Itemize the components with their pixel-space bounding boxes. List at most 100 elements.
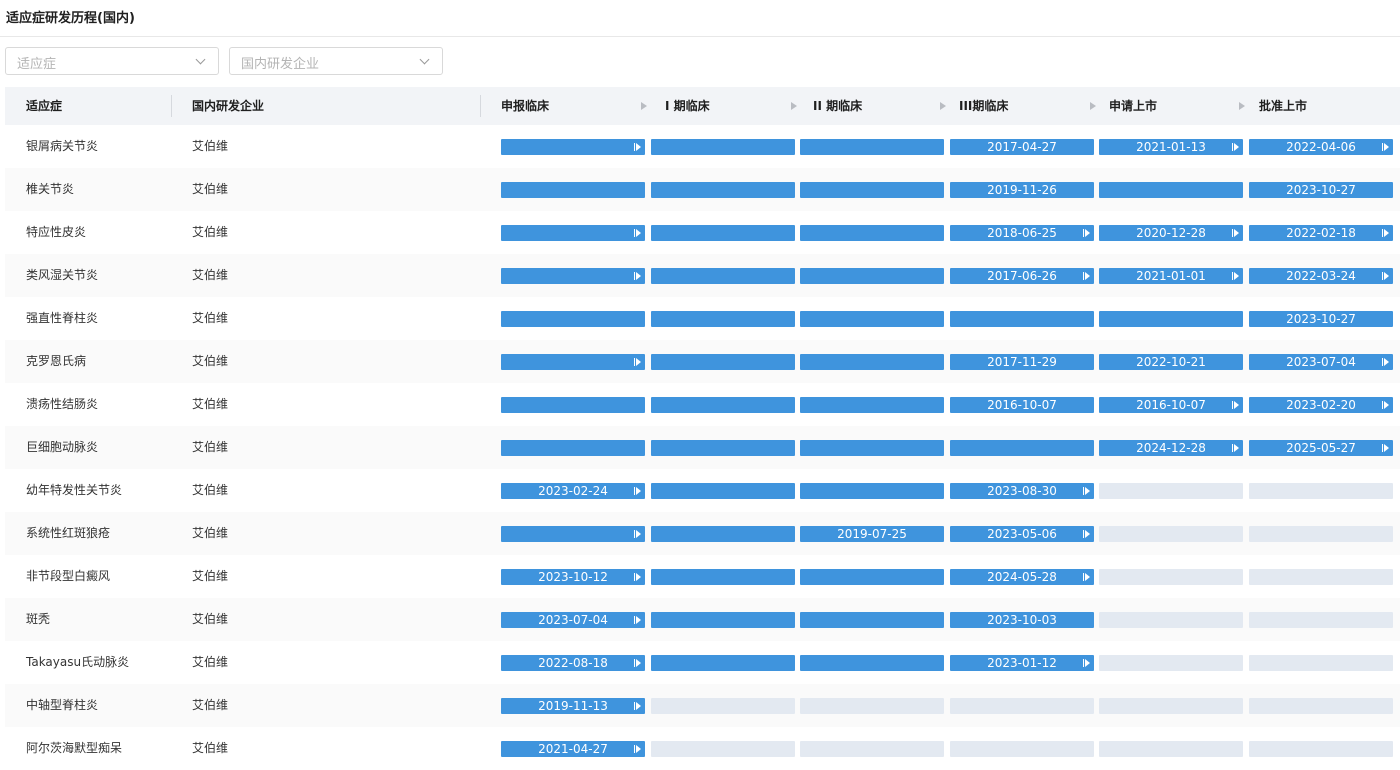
table-row[interactable]: 阿尔茨海默型痴呆 艾伯维 2021-04-27 <box>5 727 1400 770</box>
table-row[interactable]: 椎关节炎 艾伯维 2019-11-26 2023-10-27 <box>5 168 1400 211</box>
table-row[interactable]: 特应性皮炎 艾伯维 2018-06-25 2020-12-28 2022-02-18 <box>5 211 1400 254</box>
table-row[interactable]: 斑秃 艾伯维 2023-07-04 2023-10-03 <box>5 598 1400 641</box>
stage-bar-filled[interactable] <box>501 397 645 413</box>
stage-bar-filled[interactable] <box>651 311 795 327</box>
stage-bar-filled[interactable]: 2024-12-28 <box>1099 440 1243 456</box>
table-row[interactable]: 非节段型白癜风 艾伯维 2023-10-12 2024-05-28 <box>5 555 1400 598</box>
stage-bar-filled[interactable]: 2022-10-21 <box>1099 354 1243 370</box>
stage-bar-filled[interactable]: 2022-04-06 <box>1249 139 1393 155</box>
stage-bar-filled[interactable]: 2017-06-26 <box>950 268 1094 284</box>
stage-bar-filled[interactable] <box>950 440 1094 456</box>
stage-date: 2023-10-27 <box>1286 183 1356 197</box>
stage-bar-filled[interactable]: 2019-11-13 <box>501 698 645 714</box>
stage-date: 2017-06-26 <box>987 269 1057 283</box>
stage-bar-filled[interactable]: 2019-11-26 <box>950 182 1094 198</box>
stage-bar-filled[interactable]: 2022-02-18 <box>1249 225 1393 241</box>
stage-bar-filled[interactable]: 2016-10-07 <box>1099 397 1243 413</box>
stage-bar-filled[interactable] <box>800 569 944 585</box>
stage-bar-filled[interactable] <box>651 483 795 499</box>
stage-bar-filled[interactable]: 2020-12-28 <box>1099 225 1243 241</box>
table-row[interactable]: 克罗恩氏病 艾伯维 2017-11-29 2022-10-21 2023-07-04 <box>5 340 1400 383</box>
stage-bar-filled[interactable] <box>651 139 795 155</box>
stage-bar-filled[interactable] <box>651 569 795 585</box>
stage-bar-filled[interactable]: 2023-10-27 <box>1249 311 1393 327</box>
stage-bar-filled[interactable]: 2017-11-29 <box>950 354 1094 370</box>
table-row[interactable]: 幼年特发性关节炎 艾伯维 2023-02-24 2023-08-30 <box>5 469 1400 512</box>
stage-bar-filled[interactable] <box>800 483 944 499</box>
stage-bar-filled[interactable] <box>651 268 795 284</box>
stage-marker-icon <box>1232 228 1239 238</box>
table-row[interactable]: 类风湿关节炎 艾伯维 2017-06-26 2021-01-01 2022-03-24 <box>5 254 1400 297</box>
stage-bar-filled[interactable] <box>800 311 944 327</box>
stage-date: 2023-02-20 <box>1286 398 1356 412</box>
stage-bar-filled[interactable] <box>651 655 795 671</box>
stage-date: 2021-01-13 <box>1136 140 1206 154</box>
stage-bar-filled[interactable]: 2023-01-12 <box>950 655 1094 671</box>
stage-bar-filled[interactable] <box>651 526 795 542</box>
table-row[interactable]: 巨细胞动脉炎 艾伯维 2024-12-28 2025-05-27 <box>5 426 1400 469</box>
stage-bar-filled[interactable]: 2023-10-12 <box>501 569 645 585</box>
title-divider <box>0 36 1400 37</box>
header-apply-market: 申请上市 <box>1109 99 1158 113</box>
stage-bar-filled[interactable] <box>501 182 645 198</box>
stage-bar-filled[interactable] <box>800 354 944 370</box>
stage-bar-filled[interactable] <box>501 311 645 327</box>
stage-bar-filled[interactable]: 2023-07-04 <box>501 612 645 628</box>
stage-bar-filled[interactable]: 2022-03-24 <box>1249 268 1393 284</box>
stage-bar-filled[interactable]: 2016-10-07 <box>950 397 1094 413</box>
stage-bar-filled[interactable] <box>651 354 795 370</box>
company-filter-select[interactable]: 国内研发企业 <box>229 47 443 75</box>
stage-bar-filled[interactable] <box>501 440 645 456</box>
stage-marker-icon <box>1232 443 1239 453</box>
table-row[interactable]: 系统性红斑狼疮 艾伯维 2019-07-25 2023-05-06 <box>5 512 1400 555</box>
indication-cell: 非节段型白癜风 <box>26 569 111 583</box>
stage-bar-filled[interactable]: 2021-01-01 <box>1099 268 1243 284</box>
stage-bar-filled[interactable] <box>501 268 645 284</box>
stage-bar-filled[interactable] <box>651 397 795 413</box>
stage-bar-filled[interactable]: 2023-05-06 <box>950 526 1094 542</box>
stage-bar-filled[interactable] <box>501 225 645 241</box>
stage-bar-filled[interactable]: 2023-10-03 <box>950 612 1094 628</box>
stage-bar-filled[interactable] <box>651 225 795 241</box>
stage-bar-filled[interactable]: 2024-05-28 <box>950 569 1094 585</box>
stage-bar-filled[interactable] <box>501 139 645 155</box>
stage-bar-filled[interactable] <box>501 526 645 542</box>
stage-bar-filled[interactable] <box>800 655 944 671</box>
stage-bar-filled[interactable] <box>1099 182 1243 198</box>
stage-bar-filled[interactable]: 2021-01-13 <box>1099 139 1243 155</box>
stage-marker-icon <box>1083 658 1090 668</box>
stage-bar-filled[interactable] <box>800 397 944 413</box>
table-row[interactable]: Takayasu氏动脉炎 艾伯维 2022-08-18 2023-01-12 <box>5 641 1400 684</box>
stage-bar-filled[interactable]: 2023-02-20 <box>1249 397 1393 413</box>
stage-bar-filled[interactable]: 2023-10-27 <box>1249 182 1393 198</box>
column-separator <box>480 95 481 117</box>
stage-bar-filled[interactable]: 2019-07-25 <box>800 526 944 542</box>
stage-bar-filled[interactable] <box>800 612 944 628</box>
stage-bar-filled[interactable] <box>501 354 645 370</box>
stage-bar-filled[interactable]: 2023-08-30 <box>950 483 1094 499</box>
table-row[interactable]: 中轴型脊柱炎 艾伯维 2019-11-13 <box>5 684 1400 727</box>
indication-filter-select[interactable]: 适应症 <box>5 47 219 75</box>
stage-bar-filled[interactable] <box>800 440 944 456</box>
stage-bar-filled[interactable] <box>800 182 944 198</box>
table-row[interactable]: 强直性脊柱炎 艾伯维 2023-10-27 <box>5 297 1400 340</box>
stage-bar-filled[interactable]: 2023-07-04 <box>1249 354 1393 370</box>
stage-bar-filled[interactable]: 2023-02-24 <box>501 483 645 499</box>
stage-bar-filled[interactable] <box>651 440 795 456</box>
table-row[interactable]: 银屑病关节炎 艾伯维 2017-04-27 2021-01-13 2022-04-06 <box>5 125 1400 168</box>
stage-bar-filled[interactable] <box>800 268 944 284</box>
stage-arrow-icon <box>1239 102 1245 110</box>
stage-bar-filled[interactable] <box>651 182 795 198</box>
stage-bar-filled[interactable] <box>800 139 944 155</box>
stage-bar-filled[interactable]: 2025-05-27 <box>1249 440 1393 456</box>
stage-bar-filled[interactable]: 2018-06-25 <box>950 225 1094 241</box>
stage-bar-filled[interactable]: 2022-08-18 <box>501 655 645 671</box>
stage-bar-filled[interactable] <box>800 225 944 241</box>
stage-bar-filled[interactable]: 2021-04-27 <box>501 741 645 757</box>
stage-bar-filled[interactable] <box>1099 311 1243 327</box>
stage-bar-filled[interactable] <box>950 311 1094 327</box>
stage-bar-filled[interactable]: 2017-04-27 <box>950 139 1094 155</box>
table-row[interactable]: 溃疡性结肠炎 艾伯维 2016-10-07 2016-10-07 2023-02-20 <box>5 383 1400 426</box>
stage-bar-filled[interactable] <box>651 612 795 628</box>
company-cell: 艾伯维 <box>192 612 229 626</box>
